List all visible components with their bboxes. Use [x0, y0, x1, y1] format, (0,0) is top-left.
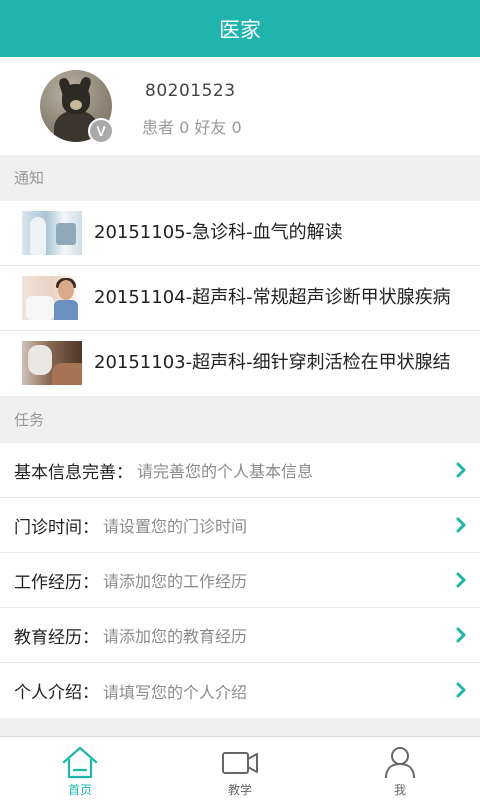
bottom-tab-bar: 首页 教学 我 — [0, 736, 480, 800]
tab-teaching[interactable]: 教学 — [160, 737, 320, 800]
verified-badge: V — [88, 118, 114, 144]
thumbnail-machine — [56, 223, 76, 245]
chevron-right-icon — [456, 572, 466, 588]
notice-thumbnail — [22, 276, 82, 320]
thumbnail-glove — [28, 345, 52, 375]
tab-label: 教学 — [227, 783, 252, 797]
tab-home[interactable]: 首页 — [0, 737, 160, 800]
notice-title: 20151103-超声科-细针穿刺活检在甲状腺结 — [94, 352, 451, 373]
task-list: 基本信息完善： 请完善您的个人基本信息 门诊时间： 请设置您的门诊时间 工作经历… — [0, 443, 480, 718]
task-label: 个人介绍： — [14, 683, 99, 703]
notice-thumbnail — [22, 211, 82, 255]
chevron-right-icon — [456, 462, 466, 478]
task-item-introduction[interactable]: 个人介绍： 请填写您的个人介绍 — [0, 663, 480, 718]
task-label: 工作经历： — [14, 572, 99, 593]
notice-item[interactable]: 20151104-超声科-常规超声诊断甲状腺疾病 — [0, 266, 480, 331]
chevron-right-icon — [456, 517, 466, 533]
top-bar: 医家 — [0, 0, 480, 57]
thumbnail-coat — [26, 296, 54, 320]
notices-section-title: 通知 — [0, 155, 480, 201]
task-label: 教育经历： — [14, 627, 99, 648]
chevron-right-icon — [456, 682, 466, 698]
task-label: 门诊时间： — [14, 517, 99, 538]
task-hint: 请添加您的教育经历 — [103, 627, 248, 646]
notice-thumbnail — [22, 341, 82, 385]
user-id: 80201523 — [145, 81, 236, 101]
thumbnail-figure — [30, 217, 46, 255]
tab-label: 首页 — [67, 783, 92, 797]
avatar-dog-muzzle — [70, 100, 82, 110]
video-camera-icon — [222, 752, 258, 774]
chevron-right-icon — [456, 627, 466, 643]
task-item-education[interactable]: 教育经历： 请添加您的教育经历 — [0, 608, 480, 663]
task-hint: 请填写您的个人介绍 — [103, 682, 248, 702]
app-title: 医家 — [219, 17, 261, 42]
person-icon — [385, 747, 415, 779]
notice-item[interactable]: 20151103-超声科-细针穿刺活检在甲状腺结 — [0, 331, 480, 396]
task-hint: 请设置您的门诊时间 — [103, 517, 248, 536]
thumbnail-skin — [52, 363, 82, 385]
notice-title: 20151104-超声科-常规超声诊断甲状腺疾病 — [94, 287, 451, 308]
avatar-container[interactable]: V — [40, 70, 114, 144]
thumbnail-face — [58, 280, 74, 300]
task-item-basic-info[interactable]: 基本信息完善： 请完善您的个人基本信息 — [0, 443, 480, 498]
home-icon — [62, 746, 98, 779]
profile-card[interactable]: V 80201523 患者 0 好友 0 — [0, 57, 480, 155]
task-label: 基本信息完善： — [14, 462, 133, 483]
thumbnail-shirt — [54, 300, 78, 320]
user-stats: 患者 0 好友 0 — [142, 118, 242, 137]
notice-list: 20151105-急诊科-血气的解读 20151104-超声科-常规超声诊断甲状… — [0, 201, 480, 396]
tasks-section-title: 任务 — [0, 397, 480, 443]
task-item-work-experience[interactable]: 工作经历： 请添加您的工作经历 — [0, 553, 480, 608]
tab-me[interactable]: 我 — [320, 737, 480, 800]
notice-item[interactable]: 20151105-急诊科-血气的解读 — [0, 201, 480, 266]
task-hint: 请完善您的个人基本信息 — [137, 462, 314, 481]
task-item-clinic-time[interactable]: 门诊时间： 请设置您的门诊时间 — [0, 498, 480, 553]
task-hint: 请添加您的工作经历 — [103, 572, 248, 591]
notice-title: 20151105-急诊科-血气的解读 — [94, 222, 343, 243]
tab-label: 我 — [393, 783, 406, 797]
